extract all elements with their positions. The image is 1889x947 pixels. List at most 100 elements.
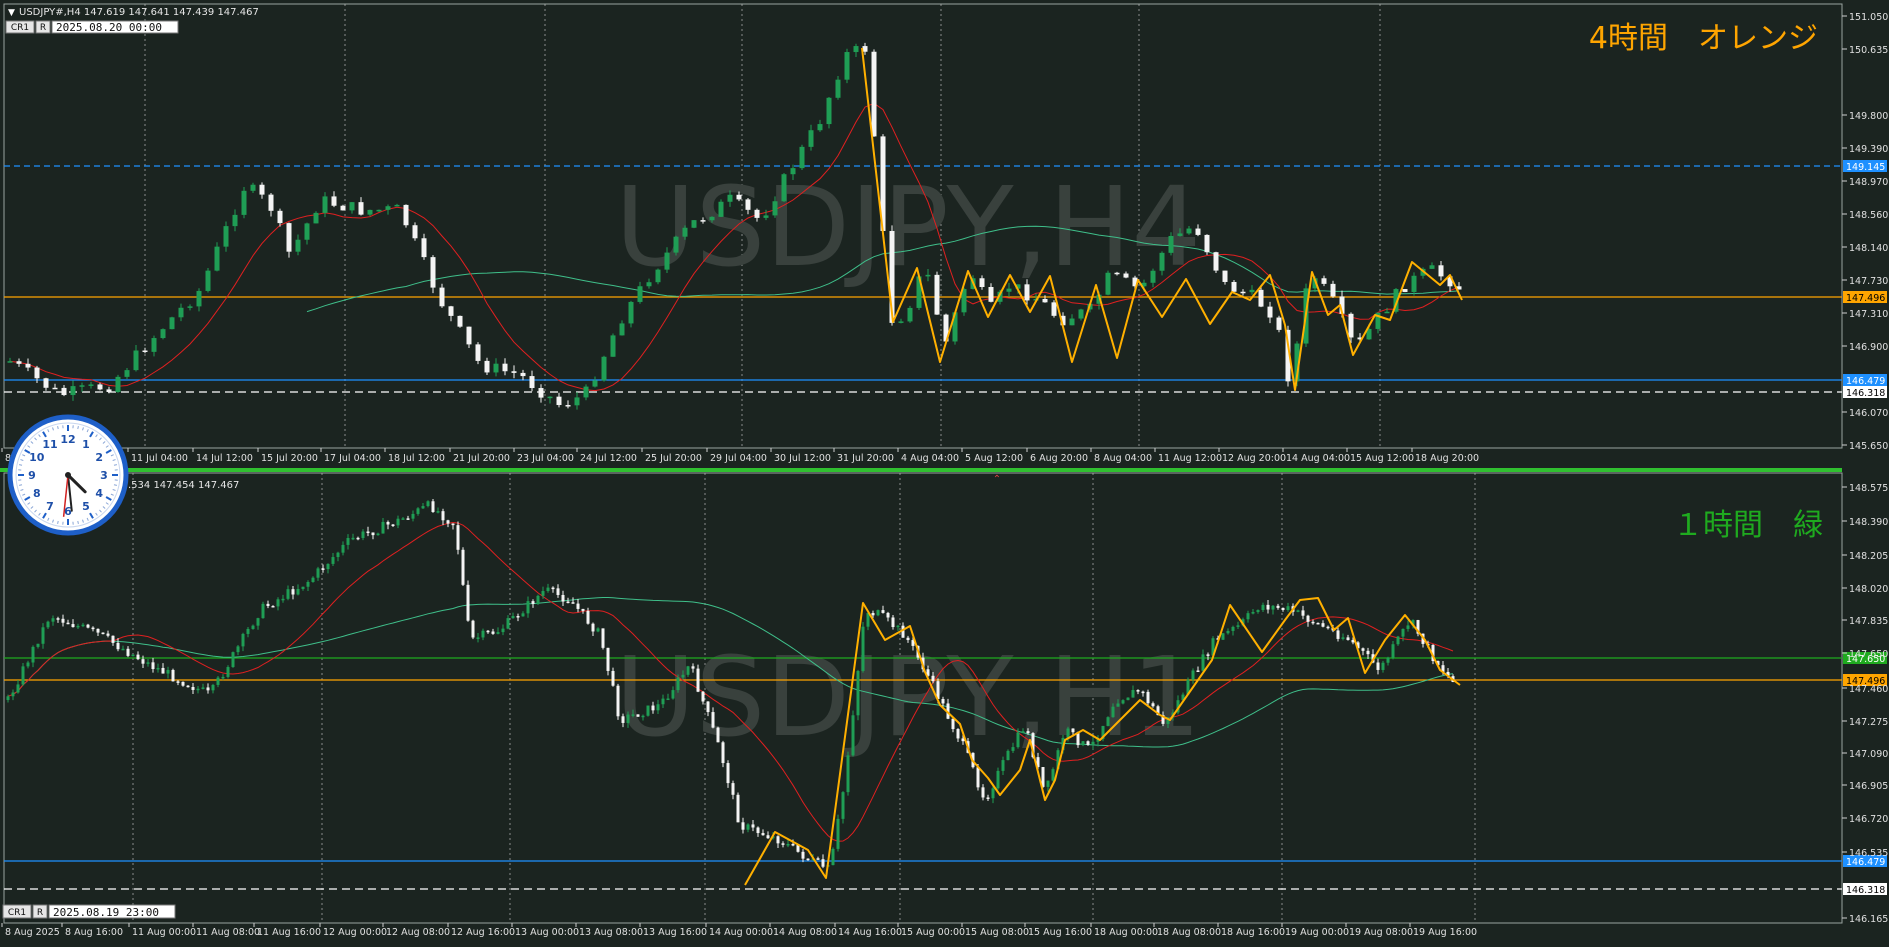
- top-candle-body: [512, 371, 517, 373]
- h1-r-label: R: [37, 908, 43, 918]
- bot-candle-body: [1247, 613, 1250, 619]
- bot-candle-body: [1272, 606, 1275, 610]
- bot-candle-body: [1397, 637, 1400, 645]
- bot-candle-body: [82, 625, 85, 627]
- bot-candle-body: [742, 822, 745, 829]
- top-candle-body: [458, 316, 463, 327]
- clock-numeral: 1: [82, 438, 90, 451]
- top-candle-body: [602, 357, 607, 381]
- top-candle-body: [161, 329, 166, 338]
- bot-candle-body: [447, 520, 450, 523]
- bot-candle-body: [357, 538, 360, 540]
- bot-candle-body: [227, 667, 230, 677]
- bot-candle-body: [342, 545, 345, 553]
- bot-candle-body: [817, 858, 820, 860]
- bot-candle-body: [1377, 662, 1380, 669]
- top-candle-body: [17, 361, 22, 364]
- bot-candle-body: [992, 788, 995, 798]
- top-candle-body: [107, 389, 112, 392]
- bot-time-label: 14 Aug 00:00: [709, 927, 773, 938]
- analog-clock-widget[interactable]: 121234567891011: [10, 417, 126, 533]
- bot-time-label: 18 Aug 08:00: [1157, 927, 1221, 938]
- top-level-label: 146.318: [1846, 388, 1885, 399]
- bot-time-label: 11 Aug 16:00: [257, 927, 321, 938]
- top-candle-body: [1331, 284, 1336, 297]
- bot-candle-body: [902, 626, 905, 638]
- top-candle-body: [1124, 274, 1129, 278]
- top-tick-label: 147.730: [1849, 276, 1888, 287]
- top-level-label: 147.496: [1846, 293, 1885, 304]
- top-candle-body: [575, 397, 580, 405]
- bot-candle-body: [1322, 623, 1325, 627]
- top-candle-body: [530, 376, 535, 388]
- bot-candle-body: [152, 662, 155, 669]
- top-candle-body: [674, 237, 679, 253]
- bot-candle-body: [1147, 692, 1150, 703]
- bot-candle-body: [1402, 629, 1405, 637]
- bot-candle-body: [782, 843, 785, 845]
- top-time-label: 17 Jul 04:00: [324, 453, 381, 464]
- bot-time-label: 12 Aug 00:00: [323, 927, 387, 938]
- bot-candle-body: [677, 677, 680, 690]
- top-candle-body: [764, 215, 769, 217]
- top-candle-body: [1412, 276, 1417, 292]
- bot-candle-body: [642, 716, 645, 718]
- clock-numeral: 10: [29, 451, 45, 464]
- bot-candle-body: [1277, 606, 1280, 608]
- top-time-label: 18 Jul 12:00: [388, 453, 445, 464]
- top-candle-body: [1241, 292, 1246, 294]
- top-tick-label: 149.800: [1849, 111, 1888, 122]
- top-candle-body: [548, 397, 553, 399]
- bot-candle-body: [712, 712, 715, 728]
- bot-candle-body: [982, 787, 985, 797]
- panel-separator[interactable]: [0, 468, 1842, 472]
- top-candle-body: [1439, 265, 1444, 276]
- bot-candle-body: [287, 589, 290, 599]
- top-tick-label: 148.140: [1849, 243, 1888, 254]
- h4-watermark: USDJPY,H4: [615, 163, 1201, 291]
- top-candle-body: [215, 247, 220, 271]
- separator-grip-icon[interactable]: ⌃: [993, 474, 1001, 485]
- bot-candle-body: [377, 534, 380, 536]
- chart-canvas[interactable]: USDJPY,H4 149.145147.496146.479146.318 4…: [0, 0, 1889, 943]
- bot-candle-body: [452, 524, 455, 526]
- bot-candle-body: [702, 692, 705, 702]
- bot-candle-body: [112, 636, 115, 643]
- bot-candle-body: [1307, 616, 1310, 622]
- top-time-label: 31 Jul 20:00: [837, 453, 894, 464]
- bot-candle-body: [682, 675, 685, 678]
- top-time-label: 5 Aug 12:00: [965, 453, 1023, 464]
- h4-header-arrow[interactable]: ▼: [8, 8, 15, 18]
- bot-tick-label: 147.835: [1849, 616, 1888, 627]
- top-tick-label: 147.310: [1849, 309, 1888, 320]
- bot-candle-body: [1117, 703, 1120, 706]
- top-candle-body: [35, 368, 40, 379]
- bot-candle-body: [442, 511, 445, 520]
- top-candle-body: [1430, 265, 1435, 269]
- bot-candle-body: [767, 835, 770, 838]
- bot-candle-body: [162, 668, 165, 674]
- clock-tick: [78, 521, 79, 524]
- bot-candle-body: [417, 508, 420, 514]
- top-time-label: 8 Aug 04:00: [1094, 453, 1152, 464]
- bot-tick-label: 148.390: [1849, 517, 1888, 528]
- bot-candle-body: [1152, 703, 1155, 706]
- top-candle-body: [125, 370, 130, 377]
- top-tick-label: 146.070: [1849, 408, 1888, 419]
- bot-candle-body: [517, 616, 520, 618]
- top-candle-body: [440, 288, 445, 307]
- bot-candle-body: [657, 704, 660, 710]
- trading-terminal: USDJPY,H4 149.145147.496146.479146.318 4…: [0, 0, 1889, 943]
- bot-candle-body: [557, 588, 560, 595]
- bot-time-label: 13 Aug 00:00: [515, 927, 579, 938]
- clock-tick: [58, 426, 59, 429]
- top-candle-body: [395, 205, 400, 207]
- bot-candle-body: [632, 714, 635, 716]
- bot-candle-body: [297, 589, 300, 595]
- bot-candle-body: [1112, 707, 1115, 717]
- top-candle-body: [287, 223, 292, 252]
- top-candle-body: [647, 282, 652, 286]
- bot-candle-body: [1082, 741, 1085, 745]
- bot-candle-body: [1367, 651, 1370, 654]
- top-candle-body: [1007, 289, 1012, 292]
